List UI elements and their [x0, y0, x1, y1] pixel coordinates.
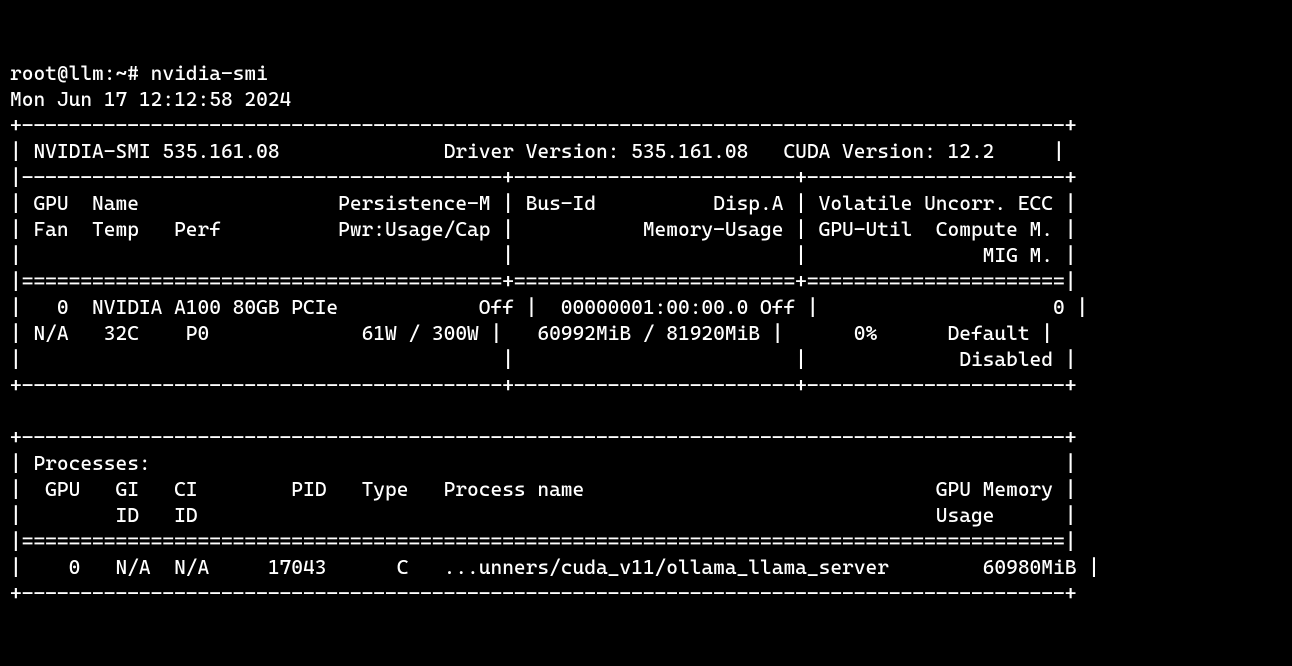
gpu-ecc: 0 — [1053, 295, 1065, 319]
gpu-compute: Default — [948, 321, 1030, 345]
gpu-pwr: 61W / 300W — [362, 321, 479, 345]
hdr-uncorr: Uncorr. ECC — [924, 191, 1053, 215]
proc-hdr-name: Process name — [444, 477, 585, 501]
hdr-volatile: Volatile — [819, 191, 913, 215]
proc-ci: N/A — [174, 555, 209, 579]
hdr-dispa: Disp.A — [713, 191, 783, 215]
cuda-version: 12.2 — [948, 139, 995, 163]
hdr-pwr: Pwr:Usage/Cap — [338, 217, 490, 241]
gpu-temp: 32C — [104, 321, 139, 345]
proc-name: ...unners/cuda_v11/ollama_llama_server — [444, 555, 889, 579]
processes-section: Processes: — [33, 451, 150, 475]
smi-version: NVIDIA-SMI 535.161.08 — [33, 139, 279, 163]
hdr-name: Name — [92, 191, 139, 215]
gpu-index: 0 — [57, 295, 69, 319]
hdr-gpuutil: GPU-Util — [819, 217, 913, 241]
hdr-fan: Fan — [33, 217, 68, 241]
proc-type: C — [397, 555, 409, 579]
gpu-perf: P0 — [186, 321, 209, 345]
proc-hdr-gpu: GPU — [45, 477, 80, 501]
gpu-fan: N/A — [33, 321, 68, 345]
hdr-memusage: Memory-Usage — [643, 217, 784, 241]
proc-gi: N/A — [115, 555, 150, 579]
hdr-compute: Compute M. — [936, 217, 1053, 241]
gpu-mig: Disabled — [959, 347, 1053, 371]
driver-version-label: Driver Version: — [444, 139, 620, 163]
proc-hdr-mem: GPU Memory — [936, 477, 1053, 501]
proc-gpu: 0 — [69, 555, 81, 579]
shell-prompt: root@llm:~# — [10, 61, 151, 85]
hdr-gpu: GPU — [33, 191, 68, 215]
proc-hdr-type: Type — [362, 477, 409, 501]
gpu-util: 0% — [854, 321, 877, 345]
proc-hdr-gi: GI — [115, 477, 138, 501]
proc-hdr-pid: PID — [291, 477, 326, 501]
cuda-version-label: CUDA Version: — [783, 139, 935, 163]
proc-hdr-usage: Usage — [936, 503, 995, 527]
gpu-persistence: Off — [479, 295, 514, 319]
hdr-perf: Perf — [174, 217, 221, 241]
gpu-memusage: 60992MiB / 81920MiB — [537, 321, 760, 345]
gpu-name: NVIDIA A100 80GB PCIe — [92, 295, 338, 319]
gpu-busid: 00000001:00:00.0 — [561, 295, 749, 319]
hdr-temp: Temp — [92, 217, 139, 241]
hdr-persistence: Persistence-M — [338, 191, 490, 215]
driver-version: 535.161.08 — [631, 139, 748, 163]
command-text: nvidia-smi — [151, 61, 268, 85]
terminal-output: root@llm:~# nvidia-smi Mon Jun 17 12:12:… — [10, 61, 1100, 605]
hdr-busid: Bus-Id — [526, 191, 596, 215]
proc-hdr-ciid: ID — [174, 503, 197, 527]
proc-hdr-giid: ID — [115, 503, 138, 527]
gpu-dispa: Off — [760, 295, 795, 319]
timestamp: Mon Jun 17 12:12:58 2024 — [10, 87, 291, 111]
proc-pid: 17043 — [268, 555, 327, 579]
proc-mem: 60980MiB — [983, 555, 1077, 579]
hdr-mig: MIG M. — [983, 243, 1053, 267]
proc-hdr-ci: CI — [174, 477, 197, 501]
